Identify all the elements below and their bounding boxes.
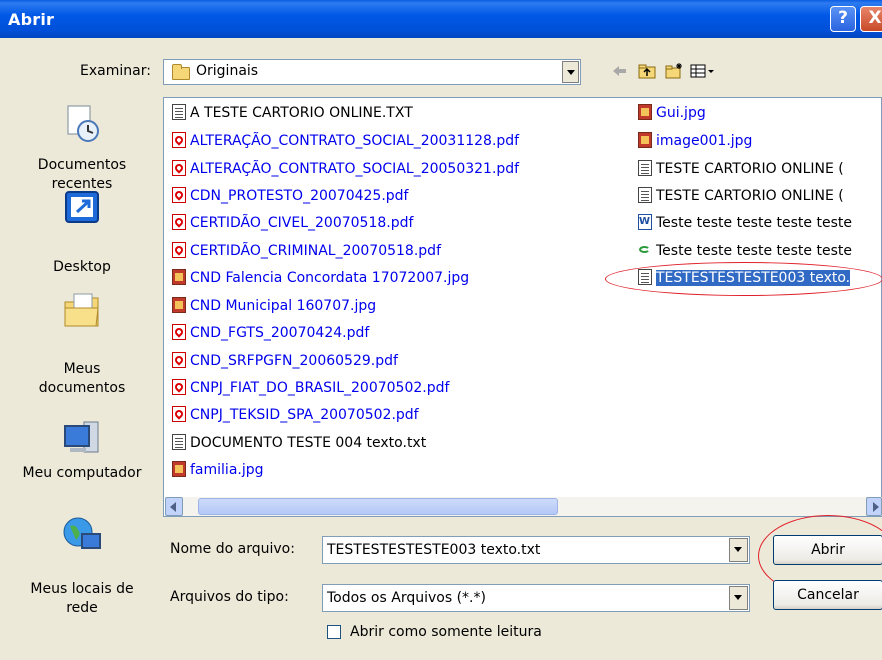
image-file-icon bbox=[172, 297, 186, 313]
help-button[interactable]: ? bbox=[830, 6, 856, 32]
list-item[interactable]: CND Falencia Concordata 17072007.jpg bbox=[172, 267, 469, 289]
readonly-label[interactable]: Abrir como somente leitura bbox=[350, 624, 542, 640]
pdf-file-icon bbox=[172, 324, 186, 340]
list-item[interactable]: ALTERAÇÃO_CONTRATO_SOCIAL_20031128.pdf bbox=[172, 130, 519, 152]
title-bar[interactable]: Abrir ? X bbox=[0, 0, 882, 38]
recent-documents-icon bbox=[67, 105, 99, 142]
cancel-button[interactable]: Cancelar bbox=[773, 580, 882, 610]
shortcut-icon bbox=[638, 242, 652, 258]
my-documents-icon bbox=[64, 293, 99, 327]
place-label: Meus documentos bbox=[38, 361, 126, 396]
pdf-file-icon bbox=[172, 352, 186, 368]
text-file-icon bbox=[172, 104, 186, 120]
image-file-icon bbox=[172, 269, 186, 285]
chevron-down-icon[interactable] bbox=[562, 61, 579, 83]
filetype-value: Todos os Arquivos (*.*) bbox=[327, 590, 486, 606]
list-item[interactable]: familia.jpg bbox=[172, 459, 264, 481]
text-file-icon bbox=[638, 160, 652, 176]
chevron-down-icon[interactable] bbox=[729, 538, 748, 562]
new-folder-icon[interactable] bbox=[664, 62, 684, 80]
close-button[interactable]: X bbox=[860, 6, 882, 32]
pdf-file-icon bbox=[172, 242, 186, 258]
word-document-icon bbox=[638, 211, 652, 233]
back-icon[interactable] bbox=[610, 62, 630, 80]
folder-icon bbox=[172, 64, 190, 80]
pdf-file-icon bbox=[172, 187, 186, 203]
image-file-icon bbox=[638, 132, 652, 148]
pdf-file-icon bbox=[172, 406, 186, 422]
list-item[interactable]: CERTIDÃO_CIVEL_20070518.pdf bbox=[172, 212, 413, 234]
scroll-left-icon[interactable] bbox=[165, 497, 183, 516]
scrollbar-thumb[interactable] bbox=[198, 498, 558, 515]
view-menu-icon[interactable] bbox=[690, 62, 716, 80]
file-list[interactable]: A TESTE CARTORIO ONLINE.TXT ALTERAÇÃO_CO… bbox=[163, 97, 882, 517]
list-item[interactable]: TESTE CARTORIO ONLINE ( bbox=[638, 158, 844, 180]
list-item[interactable]: TESTE CARTORIO ONLINE ( bbox=[638, 185, 844, 207]
filetype-dropdown[interactable]: Todos os Arquivos (*.*) bbox=[322, 584, 750, 612]
filename-label: Nome do arquivo: bbox=[170, 541, 295, 557]
filename-field[interactable]: TESTESTESTESTE003 texto.txt bbox=[322, 536, 750, 564]
text-file-icon bbox=[172, 434, 186, 450]
place-label: Meu computador bbox=[22, 465, 142, 481]
list-item[interactable]: A TESTE CARTORIO ONLINE.TXT bbox=[172, 102, 413, 124]
list-item[interactable]: CDN_PROTESTO_20070425.pdf bbox=[172, 185, 408, 207]
up-folder-icon[interactable] bbox=[637, 62, 657, 80]
list-item[interactable]: CNPJ_TEKSID_SPA_20070502.pdf bbox=[172, 404, 419, 426]
list-item[interactable]: image001.jpg bbox=[638, 130, 752, 152]
window-title: Abrir bbox=[8, 10, 55, 29]
scroll-right-icon[interactable] bbox=[866, 497, 882, 516]
image-file-icon bbox=[638, 104, 652, 120]
list-item[interactable]: CNPJ_FIAT_DO_BRASIL_20070502.pdf bbox=[172, 377, 449, 399]
readonly-checkbox[interactable] bbox=[327, 625, 341, 639]
list-item[interactable]: Teste teste teste teste teste bbox=[638, 240, 852, 262]
list-item[interactable]: CND_FGTS_20070424.pdf bbox=[172, 322, 369, 344]
lookin-value: Originais bbox=[196, 63, 259, 79]
list-item[interactable]: Teste teste teste teste teste bbox=[638, 211, 852, 234]
list-item[interactable]: DOCUMENTO TESTE 004 texto.txt bbox=[172, 432, 426, 454]
place-label: Desktop bbox=[53, 259, 111, 275]
pdf-file-icon bbox=[172, 160, 186, 176]
filetype-label: Arquivos do tipo: bbox=[170, 589, 289, 605]
pdf-file-icon bbox=[172, 214, 186, 230]
lookin-dropdown[interactable]: Originais bbox=[163, 59, 581, 85]
text-file-icon bbox=[638, 187, 652, 203]
chevron-down-icon[interactable] bbox=[729, 586, 748, 610]
list-item[interactable]: ALTERAÇÃO_CONTRATO_SOCIAL_20050321.pdf bbox=[172, 158, 519, 180]
list-item[interactable]: CND Municipal 160707.jpg bbox=[172, 295, 376, 317]
selection-annotation-ellipse bbox=[605, 262, 882, 296]
lookin-label: Examinar: bbox=[80, 63, 151, 79]
image-file-icon bbox=[172, 461, 186, 477]
desktop-icon bbox=[65, 191, 99, 223]
pdf-file-icon bbox=[172, 379, 186, 395]
filename-value: TESTESTESTESTE003 texto.txt bbox=[327, 542, 541, 558]
network-places-icon bbox=[63, 517, 101, 549]
pdf-file-icon bbox=[172, 132, 186, 148]
place-label: Meus locais de rede bbox=[30, 581, 134, 616]
list-item[interactable]: Gui.jpg bbox=[638, 102, 706, 124]
list-item[interactable]: CERTIDÃO_CRIMINAL_20070518.pdf bbox=[172, 240, 441, 262]
my-computer-icon bbox=[64, 421, 99, 453]
list-item[interactable]: CND_SRFPGFN_20060529.pdf bbox=[172, 350, 398, 372]
places-bar: Documentos recentes Desktop Meus documen… bbox=[8, 94, 156, 656]
